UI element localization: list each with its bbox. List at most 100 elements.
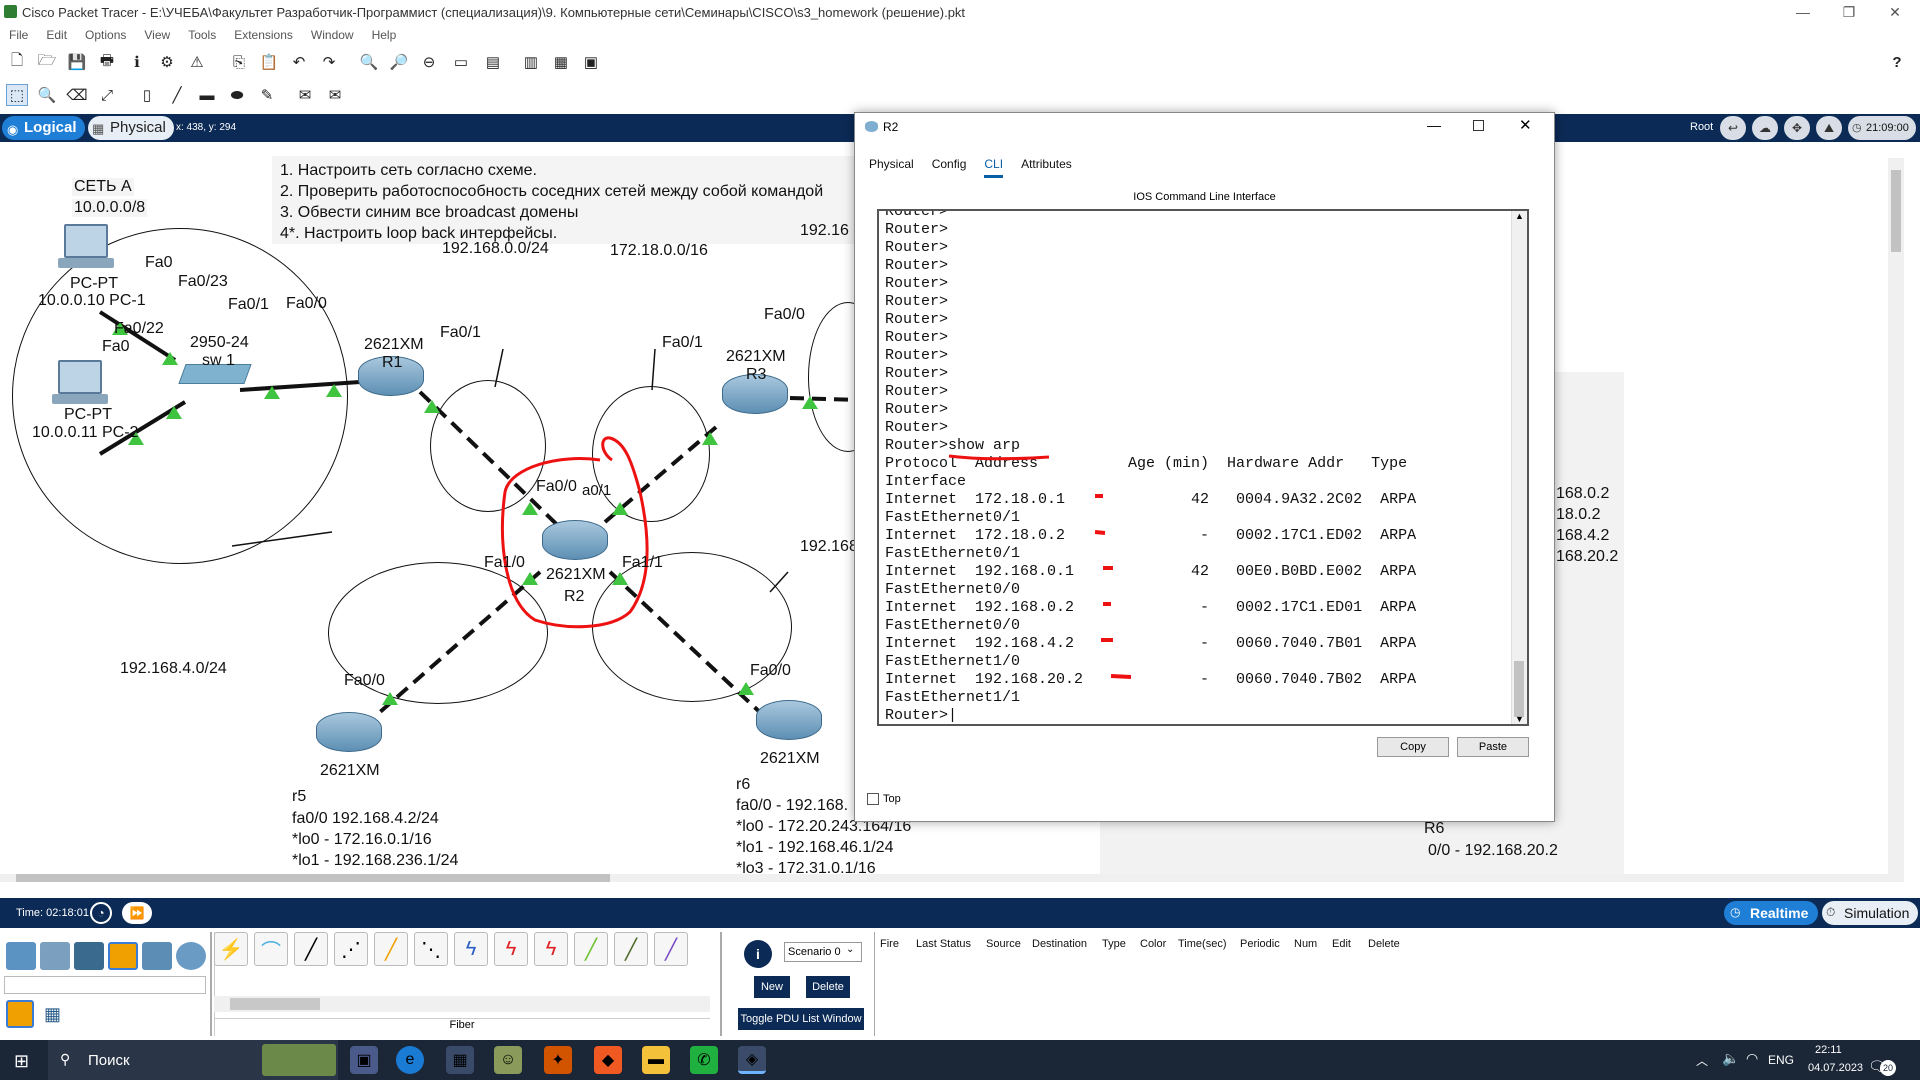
- back-icon[interactable]: ↩: [1720, 116, 1746, 140]
- place-note-icon[interactable]: ▯: [136, 84, 158, 106]
- chevron-down-icon[interactable]: ⌄: [846, 944, 854, 955]
- custom-devices-icon[interactable]: ▤: [482, 51, 504, 73]
- connections-scroll-thumb[interactable]: [230, 998, 320, 1010]
- dialog-close-button[interactable]: ✕: [1519, 116, 1532, 134]
- windows-start-icon[interactable]: ⊞: [14, 1051, 29, 1072]
- menu-tools[interactable]: Tools: [179, 26, 225, 42]
- volume-icon[interactable]: 🔈: [1722, 1050, 1739, 1067]
- fiber-cable-icon[interactable]: ╱: [374, 932, 408, 966]
- resize-icon[interactable]: ⤢: [96, 84, 118, 106]
- menu-edit[interactable]: Edit: [37, 26, 76, 42]
- dialog-maximize-button[interactable]: [1473, 120, 1484, 131]
- console-cable-icon[interactable]: ⌒: [254, 932, 288, 966]
- close-button[interactable]: ✕: [1872, 0, 1918, 26]
- menu-window[interactable]: Window: [302, 26, 363, 42]
- menu-options[interactable]: Options: [76, 26, 135, 42]
- pc2-icon[interactable]: [58, 360, 102, 394]
- delete-pdu-button[interactable]: Delete: [806, 976, 850, 998]
- menu-extensions[interactable]: Extensions: [225, 26, 302, 42]
- select-icon[interactable]: ⬚: [6, 84, 28, 106]
- coaxial-cable-icon[interactable]: ϟ: [454, 932, 488, 966]
- tab-physical-config[interactable]: Physical: [869, 157, 914, 175]
- serial-dce-icon[interactable]: ϟ: [494, 932, 528, 966]
- power-cycle-icon[interactable]: ◔: [90, 902, 112, 924]
- dialog-minimize-button[interactable]: —: [1427, 117, 1441, 133]
- app-icon-1[interactable]: ☺: [494, 1046, 522, 1074]
- draw-rectangle-icon[interactable]: ▬: [196, 84, 218, 106]
- tab-config[interactable]: Config: [932, 157, 967, 175]
- toggle-pdu-list-button[interactable]: Toggle PDU List Window: [738, 1008, 864, 1030]
- screenshot-icon[interactable]: ▣: [580, 51, 602, 73]
- router-r6[interactable]: [756, 700, 824, 744]
- serial-dte-icon[interactable]: ϟ: [534, 932, 568, 966]
- calculator-icon[interactable]: ▦: [446, 1046, 474, 1074]
- scroll-down-icon[interactable]: ▼: [1515, 714, 1524, 724]
- vertical-scroll-thumb[interactable]: [1891, 170, 1901, 252]
- new-file-icon[interactable]: 🗋: [6, 51, 28, 73]
- connections-icon[interactable]: [108, 942, 138, 970]
- file-explorer-icon[interactable]: ▬: [642, 1046, 670, 1074]
- minimize-button[interactable]: —: [1780, 0, 1826, 26]
- task-view-icon[interactable]: ▣: [350, 1046, 378, 1074]
- device-list-icon[interactable]: ▦: [550, 51, 572, 73]
- phone-cable-icon[interactable]: ⋱: [414, 932, 448, 966]
- move-icon[interactable]: ✥: [1784, 116, 1810, 140]
- paste-icon[interactable]: 📋: [258, 51, 280, 73]
- freeform-icon[interactable]: ✎: [256, 84, 278, 106]
- selected-connection-icon[interactable]: [6, 1000, 34, 1028]
- wifi-icon[interactable]: ◠: [1746, 1050, 1758, 1067]
- vertical-scrollbar[interactable]: [1888, 158, 1904, 874]
- language-indicator[interactable]: ENG: [1768, 1053, 1794, 1067]
- print-icon[interactable]: 🖶: [96, 51, 118, 73]
- horizontal-scroll-thumb[interactable]: [16, 874, 610, 882]
- zoom-reset-icon[interactable]: 🔎: [388, 51, 410, 73]
- save-icon[interactable]: 💾: [66, 51, 88, 73]
- simulation-button[interactable]: Simulation: [1822, 901, 1918, 925]
- network-wizard-icon[interactable]: ⚙: [156, 51, 178, 73]
- add-simple-pdu-icon[interactable]: ✉: [294, 84, 316, 106]
- edge-icon[interactable]: e: [396, 1046, 424, 1074]
- add-complex-pdu-icon[interactable]: ✉: [324, 84, 346, 106]
- multiuser-icon[interactable]: [176, 942, 206, 970]
- top-checkbox[interactable]: [867, 793, 879, 805]
- misc-icon[interactable]: [142, 942, 172, 970]
- menu-view[interactable]: View: [135, 26, 179, 42]
- copper-cross-icon[interactable]: ⋰: [334, 932, 368, 966]
- grid-icon[interactable]: ▦: [44, 1004, 61, 1025]
- tab-cli[interactable]: CLI: [984, 157, 1004, 178]
- tray-chevron-icon[interactable]: ︿: [1696, 1052, 1708, 1069]
- info-scenario-icon[interactable]: i: [744, 940, 772, 968]
- drawing-palette-icon[interactable]: ▭: [450, 51, 472, 73]
- packet-tracer-taskbar-icon[interactable]: ◈: [738, 1046, 766, 1074]
- inspect-icon[interactable]: 🔍: [36, 84, 58, 106]
- maximize-button[interactable]: ❐: [1826, 0, 1872, 26]
- brave-icon[interactable]: ◆: [594, 1046, 622, 1074]
- redo-icon[interactable]: ↷: [318, 51, 340, 73]
- undo-icon[interactable]: ↶: [288, 51, 310, 73]
- copy-icon[interactable]: ⎘: [228, 51, 250, 73]
- horizontal-scrollbar[interactable]: [0, 874, 1904, 882]
- scroll-up-icon[interactable]: ▲: [1515, 211, 1524, 221]
- copper-straight-icon[interactable]: ╱: [294, 932, 328, 966]
- menu-file[interactable]: File: [0, 26, 37, 42]
- help-icon[interactable]: ?: [1886, 51, 1908, 73]
- notes-icon[interactable]: ▥: [520, 51, 542, 73]
- activity-wizard-icon[interactable]: ⚠: [186, 51, 208, 73]
- octal-cable-icon[interactable]: ╱: [574, 932, 608, 966]
- fast-forward-icon[interactable]: ⏩: [122, 902, 152, 924]
- delete-icon[interactable]: ⌫: [66, 84, 88, 106]
- components-icon[interactable]: [74, 942, 104, 970]
- background-icon[interactable]: ⛰: [1816, 116, 1842, 140]
- router-r5[interactable]: [316, 712, 384, 756]
- taskbar-search[interactable]: ⚲ Поиск: [48, 1040, 338, 1080]
- cli-console[interactable]: Router> Router> Router> Router> Router> …: [877, 209, 1529, 726]
- zoom-in-icon[interactable]: 🔍: [358, 51, 380, 73]
- open-folder-icon[interactable]: 🗁: [36, 51, 58, 73]
- device-search-input[interactable]: [4, 976, 206, 994]
- connections-scrollbar[interactable]: [214, 996, 710, 1012]
- cluster-icon[interactable]: ☁: [1752, 116, 1778, 140]
- phone-app-icon[interactable]: ✆: [690, 1046, 718, 1074]
- tab-attributes[interactable]: Attributes: [1021, 157, 1072, 175]
- info-icon[interactable]: ℹ: [126, 51, 148, 73]
- new-pdu-button[interactable]: New: [754, 976, 790, 998]
